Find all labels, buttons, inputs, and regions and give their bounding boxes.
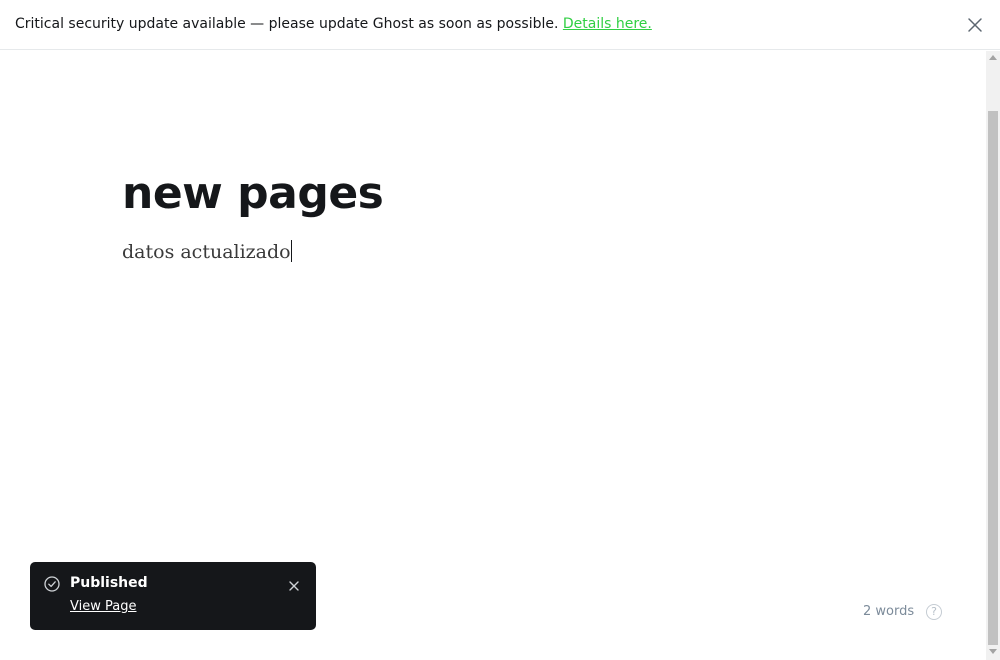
view-page-link[interactable]: View Page	[70, 599, 136, 614]
scroll-up-arrow-icon[interactable]	[989, 55, 997, 60]
banner-details-link[interactable]: Details here.	[563, 16, 652, 32]
toast-close-button[interactable]	[288, 577, 300, 591]
banner-message-text: Critical security update available — ple…	[15, 16, 563, 32]
help-button[interactable]: ?	[926, 604, 942, 620]
vertical-scrollbar[interactable]	[986, 51, 1000, 660]
banner-close-button[interactable]	[966, 16, 984, 34]
published-toast: Published View Page	[30, 562, 316, 630]
editor-body-text: datos actualizado	[122, 241, 291, 263]
page-title[interactable]: new pages	[122, 168, 384, 219]
security-update-banner: Critical security update available — ple…	[0, 0, 1000, 50]
toast-title: Published	[70, 575, 148, 591]
scroll-down-arrow-icon[interactable]	[989, 649, 997, 654]
banner-message: Critical security update available — ple…	[15, 16, 652, 32]
editor-body[interactable]: datos actualizado	[122, 240, 292, 263]
close-icon	[968, 18, 982, 32]
scroll-thumb[interactable]	[988, 111, 998, 645]
text-cursor	[290, 240, 292, 262]
close-icon	[289, 581, 299, 591]
word-count: 2 words	[863, 604, 915, 619]
check-circle-icon	[44, 576, 60, 592]
